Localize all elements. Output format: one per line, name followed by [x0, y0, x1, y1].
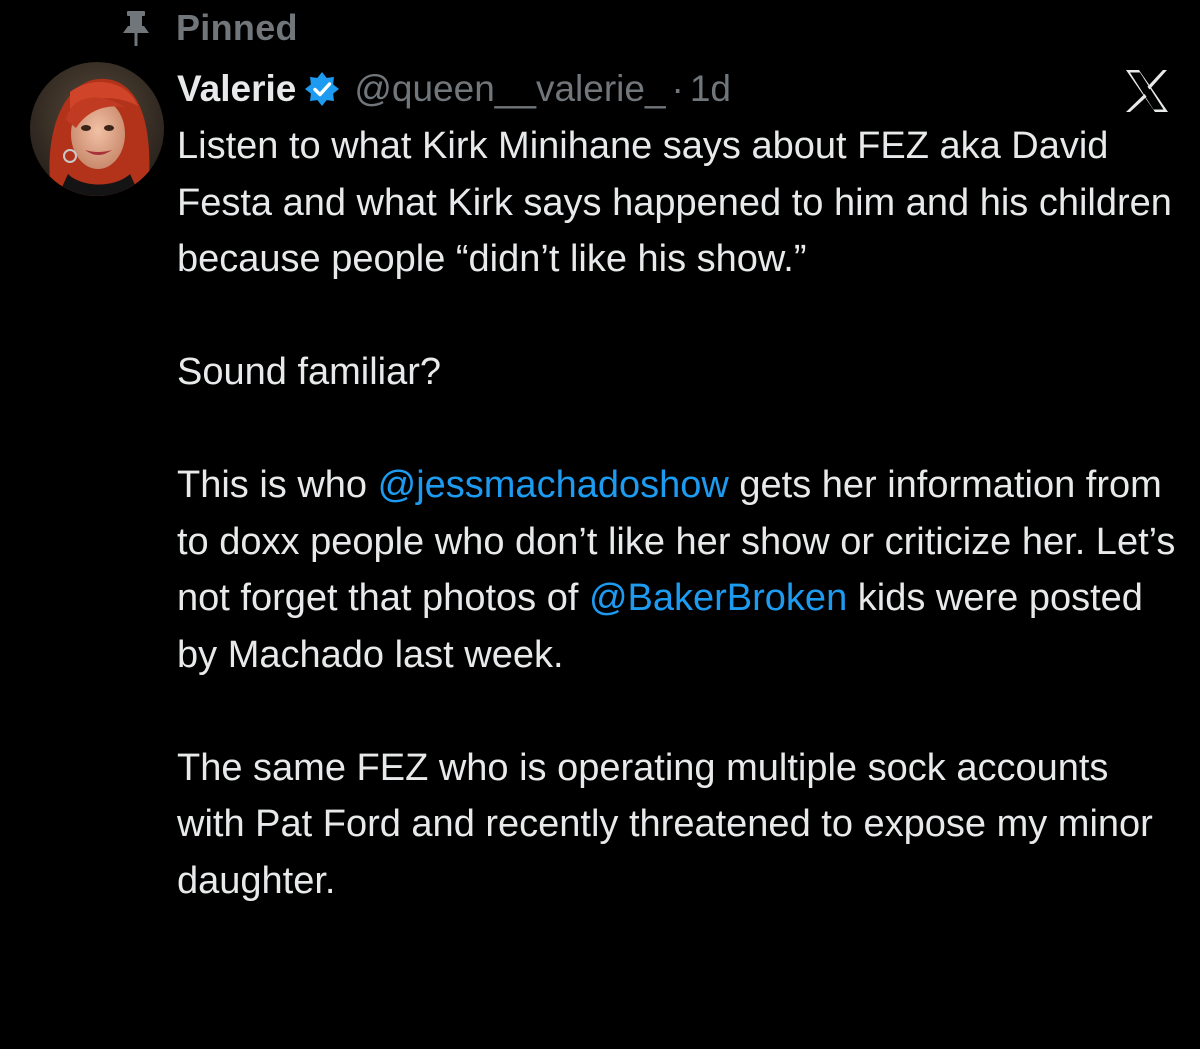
- pinned-indicator: Pinned: [118, 6, 298, 50]
- mention-link-jessmachadoshow[interactable]: @jessmachadoshow: [378, 464, 729, 506]
- avatar[interactable]: [30, 62, 164, 196]
- author-handle[interactable]: @queen__valerie_: [354, 68, 665, 110]
- mention-link-bakerbroken[interactable]: @BakerBroken: [589, 577, 847, 619]
- pin-icon: [118, 8, 154, 48]
- tweet-paragraph: Listen to what Kirk Minihane says about …: [177, 125, 1172, 280]
- x-logo-icon: [1122, 68, 1172, 114]
- tweet-text: Listen to what Kirk Minihane says about …: [177, 118, 1177, 909]
- tweet-paragraph: The same FEZ who is operating multiple s…: [177, 746, 1153, 902]
- tweet-paragraph: This is who @jessmachadoshow gets her in…: [177, 457, 1177, 683]
- verified-badge-icon[interactable]: [304, 71, 340, 107]
- tweet-text-segment: This is who: [177, 464, 378, 506]
- pinned-label: Pinned: [176, 7, 298, 48]
- separator-dot: ·: [671, 68, 684, 109]
- tweet-paragraph: Sound familiar?: [177, 351, 442, 393]
- tweet-timestamp[interactable]: 1d: [690, 68, 731, 110]
- author-display-name[interactable]: Valerie: [177, 68, 296, 110]
- tweet-header: Valerie @queen__valerie_ · 1d: [177, 62, 731, 116]
